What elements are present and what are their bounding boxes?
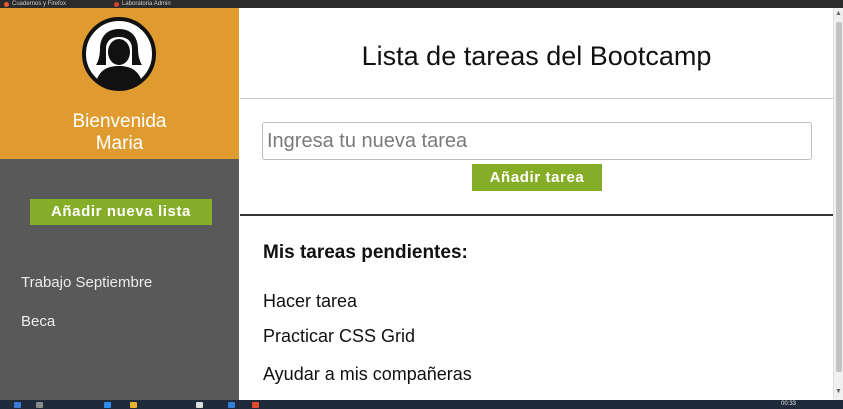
browser-tab-icon — [4, 2, 9, 7]
app-icon[interactable] — [196, 402, 203, 408]
sidebar-header: Bienvenida Maria — [0, 8, 239, 159]
folder-icon[interactable] — [130, 402, 137, 408]
browser-app-icon[interactable] — [104, 402, 111, 408]
search-icon[interactable] — [36, 402, 43, 408]
sidebar: Bienvenida Maria Añadir nueva lista Trab… — [0, 8, 239, 400]
add-list-button[interactable]: Añadir nueva lista — [30, 199, 212, 225]
browser-tab-bar: Cuadernos y Firefox Laboratoria Admin — [0, 0, 843, 8]
pending-tasks-heading: Mis tareas pendientes: — [263, 242, 468, 263]
task-item[interactable]: Hacer tarea — [263, 291, 357, 312]
task-item[interactable]: Practicar CSS Grid — [263, 326, 415, 347]
main-header: Lista de tareas del Bootcamp — [240, 8, 833, 99]
chevron-down-icon[interactable]: ▼ — [834, 388, 843, 395]
page-title: Lista de tareas del Bootcamp — [361, 41, 712, 71]
browser-tab[interactable]: Cuadernos y Firefox — [12, 0, 112, 8]
welcome-message: Bienvenida Maria — [0, 111, 239, 155]
sidebar-item-trabajo-septiembre[interactable]: Trabajo Septiembre — [21, 274, 152, 291]
scrollbar-thumb[interactable] — [836, 22, 842, 372]
add-task-button[interactable]: Añadir tarea — [472, 164, 602, 191]
section-divider — [240, 214, 833, 216]
chrome-app-icon[interactable] — [252, 402, 259, 408]
vertical-scrollbar[interactable]: ▲ ▼ — [833, 8, 843, 400]
browser-tab-icon — [114, 2, 119, 7]
browser-tab[interactable]: Laboratoria Admin — [122, 0, 212, 8]
editor-app-icon[interactable] — [228, 402, 235, 408]
start-icon[interactable] — [14, 402, 21, 408]
greeting-text: Bienvenida — [72, 111, 167, 132]
user-name: Maria — [95, 133, 144, 154]
user-avatar-icon — [82, 17, 156, 91]
chevron-up-icon[interactable]: ▲ — [834, 10, 843, 17]
taskbar-clock: 00:33 — [781, 401, 797, 407]
task-item[interactable]: Ayudar a mis compañeras — [263, 364, 472, 385]
os-taskbar: 00:33 — [0, 400, 843, 409]
app-window: Cuadernos y Firefox Laboratoria Admin Bi… — [0, 0, 843, 409]
sidebar-item-beca[interactable]: Beca — [21, 313, 55, 330]
new-task-input[interactable] — [262, 122, 812, 160]
